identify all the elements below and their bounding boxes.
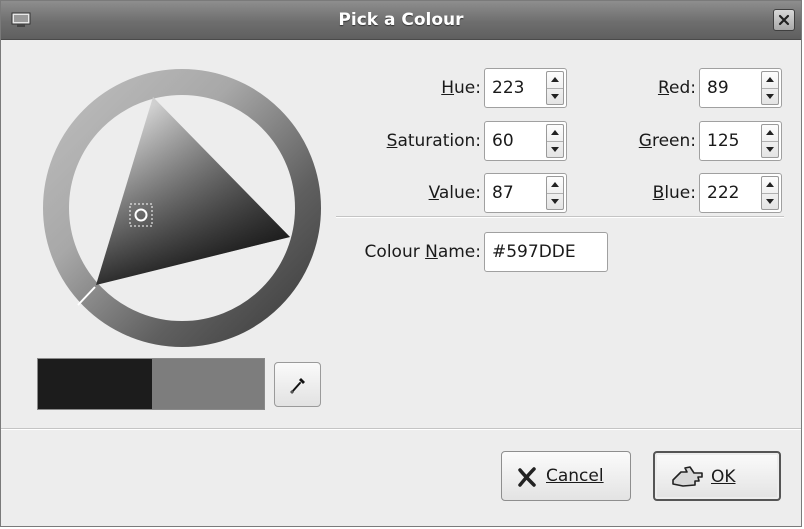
close-icon	[778, 14, 790, 26]
eyedropper-icon	[289, 378, 305, 395]
hue-label-text: ue:	[454, 78, 481, 98]
current-colour-swatch	[38, 359, 152, 409]
hsv-colour-wheel[interactable]	[41, 67, 323, 349]
green-value[interactable]: 125	[707, 131, 739, 151]
hue-label: Hue:	[441, 78, 481, 98]
ok-text: OK	[711, 467, 736, 487]
increment-arrow-icon[interactable]	[766, 130, 774, 135]
colour-swatch	[37, 358, 265, 410]
increment-arrow-icon[interactable]	[551, 77, 559, 82]
green-spin-arrows[interactable]	[761, 124, 779, 158]
cancel-button[interactable]: Cancel	[501, 451, 631, 501]
decrement-arrow-icon[interactable]	[551, 94, 559, 99]
decrement-arrow-icon[interactable]	[766, 199, 774, 204]
blue-spin-arrows[interactable]	[761, 176, 779, 210]
green-spinbutton[interactable]: 125	[699, 121, 782, 161]
hue-value[interactable]: 223	[492, 78, 524, 98]
decrement-arrow-icon[interactable]	[551, 199, 559, 204]
saturation-value[interactable]: 60	[492, 131, 514, 151]
red-label: Red:	[657, 78, 696, 98]
value-value[interactable]: 87	[492, 183, 514, 203]
cancel-label: Cancel	[546, 466, 604, 486]
red-spin-arrows[interactable]	[761, 71, 779, 105]
divider	[336, 216, 784, 218]
blue-label: Blue:	[652, 183, 696, 203]
saturation-spinbutton[interactable]: 60	[484, 121, 567, 161]
saturation-spin-arrows[interactable]	[546, 124, 564, 158]
colour-name-field[interactable]: #597DDE	[484, 232, 608, 272]
hue-spin-arrows[interactable]	[546, 71, 564, 105]
increment-arrow-icon[interactable]	[766, 182, 774, 187]
button-area-divider	[1, 428, 801, 430]
increment-arrow-icon[interactable]	[766, 77, 774, 82]
green-label: Green:	[638, 131, 696, 151]
red-spinbutton[interactable]: 89	[699, 68, 782, 108]
blue-spinbutton[interactable]: 222	[699, 173, 782, 213]
increment-arrow-icon[interactable]	[551, 130, 559, 135]
colour-picker-dialog: Pick a Colour Hue: 223 Saturation: 60 Va…	[0, 0, 802, 527]
blue-value[interactable]: 222	[707, 183, 739, 203]
cancel-x-icon	[518, 467, 536, 487]
value-spinbutton[interactable]: 87	[484, 173, 567, 213]
red-value[interactable]: 89	[707, 78, 729, 98]
close-button[interactable]	[773, 9, 795, 31]
colour-name-value[interactable]: #597DDE	[492, 242, 576, 262]
colour-name-label: Colour Name:	[364, 242, 481, 262]
cancel-text: Cancel	[546, 466, 604, 486]
value-spin-arrows[interactable]	[546, 176, 564, 210]
increment-arrow-icon[interactable]	[551, 182, 559, 187]
ok-label: OK	[711, 467, 736, 487]
decrement-arrow-icon[interactable]	[766, 147, 774, 152]
previous-colour-swatch[interactable]	[152, 359, 264, 409]
saturation-label: Saturation:	[386, 131, 481, 151]
eyedropper-button[interactable]	[274, 362, 321, 407]
hue-spinbutton[interactable]: 223	[484, 68, 567, 108]
decrement-arrow-icon[interactable]	[766, 94, 774, 99]
value-label: Value:	[428, 183, 481, 203]
ok-hand-icon	[672, 466, 703, 487]
decrement-arrow-icon[interactable]	[551, 147, 559, 152]
title-bar[interactable]: Pick a Colour	[1, 1, 801, 40]
ok-button[interactable]: OK	[653, 451, 781, 501]
window-title: Pick a Colour	[338, 10, 464, 30]
